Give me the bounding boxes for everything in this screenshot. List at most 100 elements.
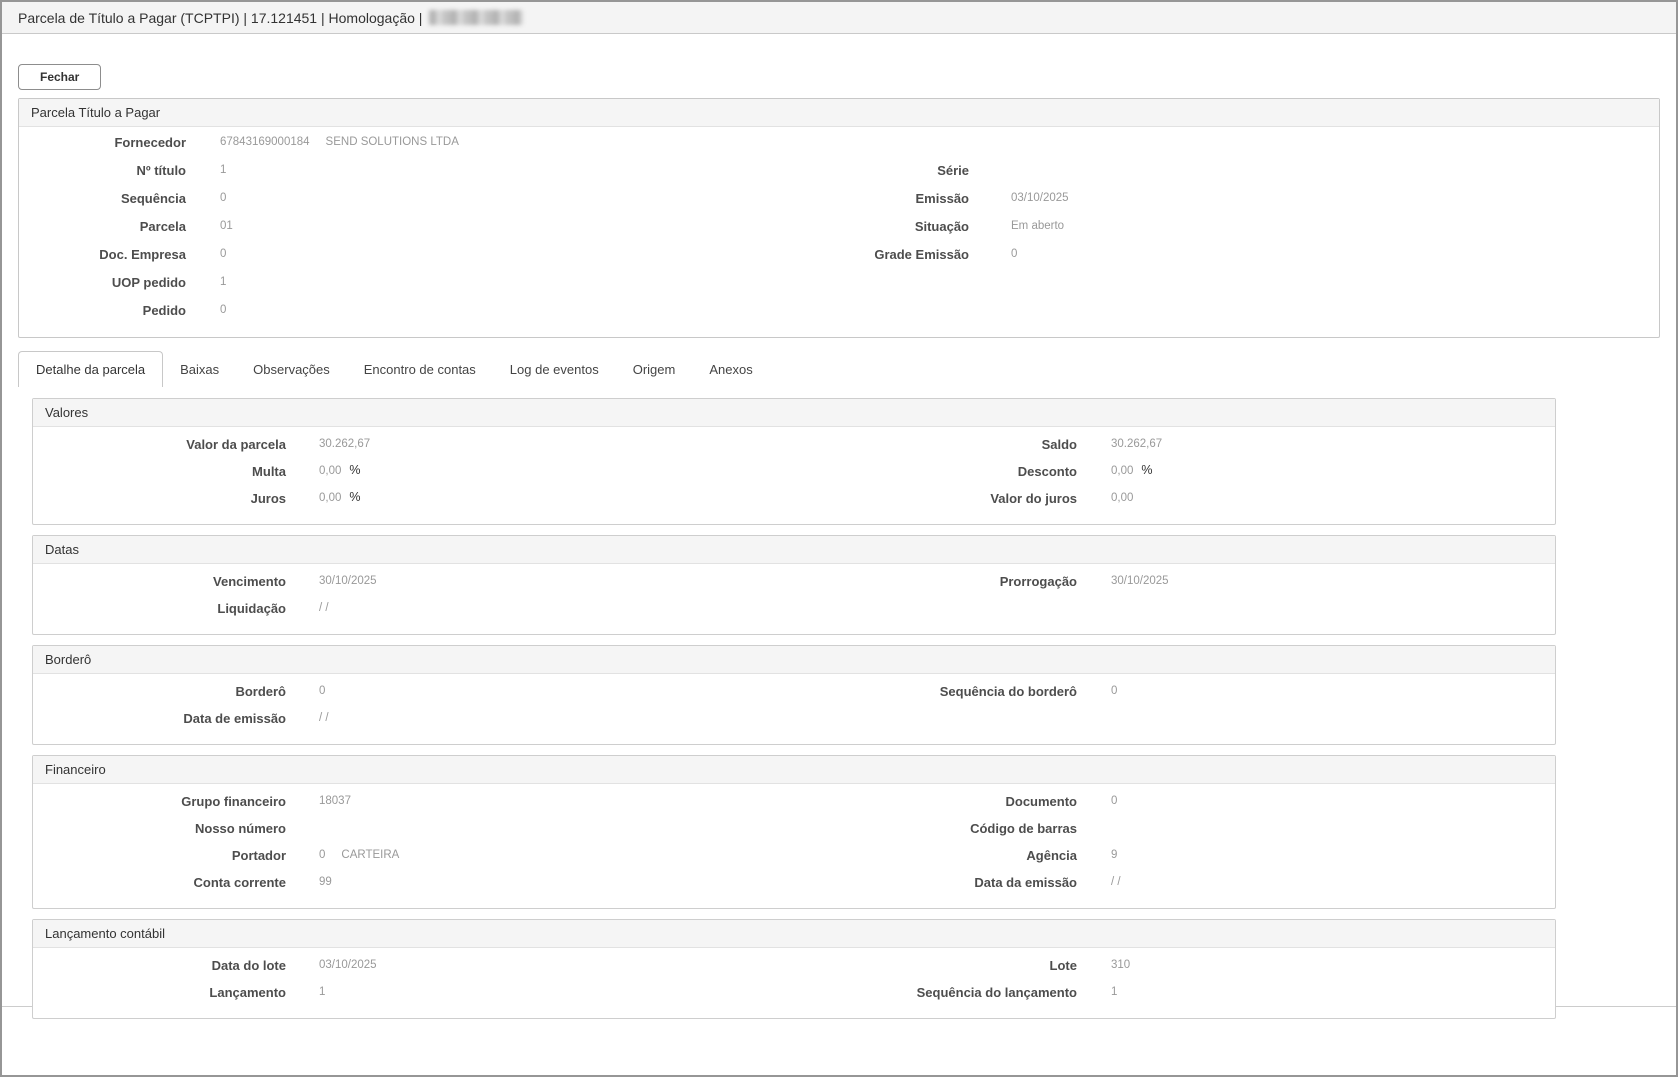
parcela-panel: Parcela Título a Pagar Fornecedor6784316… (18, 98, 1660, 338)
field-value: 30/10/2025 (1111, 574, 1169, 588)
field-label: Valor da parcela (33, 436, 286, 453)
field-label: Grade Emissão (839, 246, 969, 263)
field-row-grupo-financeiro: Grupo financeiro18037 (33, 793, 794, 820)
field-value: 18037 (319, 794, 351, 808)
field-value: 0,00 (1111, 491, 1133, 505)
field-value: / / (319, 601, 329, 615)
field-row-sequencia-do-bordero: Sequência do borderô0 (794, 683, 1555, 710)
tab-bar: Detalhe da parcelaBaixasObservaçõesEncon… (18, 350, 1660, 387)
field-row-prorrogacao: Prorrogação 30/10/2025 (794, 573, 1555, 600)
field-value: 0 (1111, 684, 1117, 698)
tab-encontro-de-contas[interactable]: Encontro de contas (347, 353, 493, 387)
group-title: Datas (33, 536, 1555, 564)
panel-right-column: SérieEmissão03/10/2025SituaçãoEm abertoG… (839, 134, 1659, 330)
field-label: Multa (33, 463, 286, 480)
field-value: 310 (1111, 958, 1130, 972)
panel-body: Fornecedor67843169000184SEND SOLUTIONS L… (19, 127, 1659, 337)
group-right-column: Documento0Código de barrasAgência9Data d… (794, 793, 1555, 901)
field-row-serie: Série (839, 162, 1659, 190)
field-extra-value: SEND SOLUTIONS LTDA (326, 135, 459, 149)
field-value: / / (319, 711, 329, 725)
field-row-uop-pedido: UOP pedido1 (19, 274, 839, 302)
content-area: Fechar Parcela Título a Pagar Fornecedor… (2, 34, 1676, 1007)
field-row-valor-da-parcela: Valor da parcela 30.262,67 (33, 436, 794, 463)
group-body: Vencimento30/10/2025Liquidação/ /Prorrog… (33, 564, 1555, 634)
field-value: 0,00 (1111, 464, 1133, 478)
field-label: Saldo (794, 436, 1077, 453)
group-body: Grupo financeiro18037Nosso númeroPortado… (33, 784, 1555, 908)
close-button[interactable]: Fechar (18, 64, 101, 90)
field-unit: % (1141, 463, 1152, 478)
field-row-pedido: Pedido0 (19, 302, 839, 330)
field-label: Conta corrente (33, 874, 286, 891)
tab-anexos[interactable]: Anexos (692, 353, 769, 387)
field-label: Sequência do lançamento (794, 984, 1077, 1001)
field-label: Código de barras (794, 820, 1077, 837)
field-label: Valor do juros (794, 490, 1077, 507)
field-label: Sequência (19, 190, 186, 207)
field-row-data-da-emissao: Data da emissão/ / (794, 874, 1555, 901)
field-value: 0 (220, 303, 226, 317)
field-row-data-de-emissao: Data de emissão / / (33, 710, 794, 737)
tab-baixas[interactable]: Baixas (163, 353, 236, 387)
group-lancamento-contabil: Lançamento contábil Data do lote 03/10/202… (32, 919, 1556, 1019)
field-label: Data do lote (33, 957, 286, 974)
field-row-bordero: Borderô0 (33, 683, 794, 710)
field-value: 30/10/2025 (319, 574, 377, 588)
field-value: 30.262,67 (319, 437, 370, 451)
group-financeiro: FinanceiroGrupo financeiro18037Nosso núm… (32, 755, 1556, 909)
field-label: Vencimento (33, 573, 286, 590)
field-label: Emissão (839, 190, 969, 207)
field-value: 03/10/2025 (319, 958, 377, 972)
field-row-juros: Juros0,00% (33, 490, 794, 517)
field-value: 99 (319, 875, 332, 889)
group-title: Valores (33, 399, 1555, 427)
field-value: 0 (1111, 794, 1117, 808)
field-value: 0 (319, 684, 325, 698)
panel-left-column: Fornecedor67843169000184SEND SOLUTIONS L… (19, 134, 839, 330)
field-value: 01 (220, 219, 233, 233)
field-row-data-do-lote: Data do lote 03/10/2025 (33, 957, 794, 984)
field-value: 0,00 (319, 491, 341, 505)
field-row-sequencia: Sequência 0 (19, 190, 839, 218)
spacer-row (839, 134, 1659, 162)
group-title: Lançamento contábil (33, 920, 1555, 948)
field-value: 9 (1111, 848, 1117, 862)
group-left-column: Grupo financeiro18037Nosso númeroPortado… (33, 793, 794, 901)
field-value: Em aberto (1011, 219, 1064, 233)
group-right-column: Prorrogação 30/10/2025 (794, 573, 1555, 627)
group-left-column: Vencimento30/10/2025Liquidação/ / (33, 573, 794, 627)
field-extra-value: CARTEIRA (341, 848, 399, 862)
tab-log-de-eventos[interactable]: Log de eventos (493, 353, 616, 387)
field-row-grade-emissao: Grade Emissão0 (839, 246, 1659, 274)
window-titlebar: Parcela de Título a Pagar (TCPTPI) | 17.… (2, 2, 1676, 34)
field-value: 1 (220, 163, 226, 177)
field-value: 0 (220, 191, 226, 205)
field-row-conta-corrente: Conta corrente 99 (33, 874, 794, 901)
field-row-vencimento: Vencimento 30/10/2025 (33, 573, 794, 600)
group-body: Borderô0Data de emissão / / Sequência do b… (33, 674, 1555, 744)
field-label: Nosso número (33, 820, 286, 837)
field-label: Prorrogação (794, 573, 1077, 590)
field-value: 0 (220, 247, 226, 261)
tab-origem[interactable]: Origem (616, 353, 693, 387)
field-row-lancamento: Lançamento1 (33, 984, 794, 1011)
window-title: Parcela de Título a Pagar (TCPTPI) | 17.… (18, 10, 422, 26)
group-datas: DatasVencimento30/10/2025Liquidação/ /Pr… (32, 535, 1556, 635)
field-value: 0,00 (319, 464, 341, 478)
field-value: 1 (319, 985, 325, 999)
group-right-column: Sequência do borderô0 (794, 683, 1555, 737)
field-label: Data de emissão (33, 710, 286, 727)
group-right-column: Lote310Sequência do lançamento1 (794, 957, 1555, 1011)
field-label: Fornecedor (19, 134, 186, 151)
field-label: Desconto (794, 463, 1077, 480)
field-label: Agência (794, 847, 1077, 864)
app-window: Parcela de Título a Pagar (TCPTPI) | 17.… (0, 0, 1678, 1077)
tab-observacoes[interactable]: Observações (236, 353, 347, 387)
field-unit: % (349, 463, 360, 478)
tab-detalhe-da-parcela[interactable]: Detalhe da parcela (18, 351, 163, 387)
tab-content: Valores Valor da parcela 30.262,67 Multa 0,0… (32, 398, 1556, 1019)
field-row-agencia: Agência 9 (794, 847, 1555, 874)
redacted-text (429, 10, 523, 25)
group-left-column: Valor da parcela 30.262,67 Multa 0,00% Juros… (33, 436, 794, 517)
